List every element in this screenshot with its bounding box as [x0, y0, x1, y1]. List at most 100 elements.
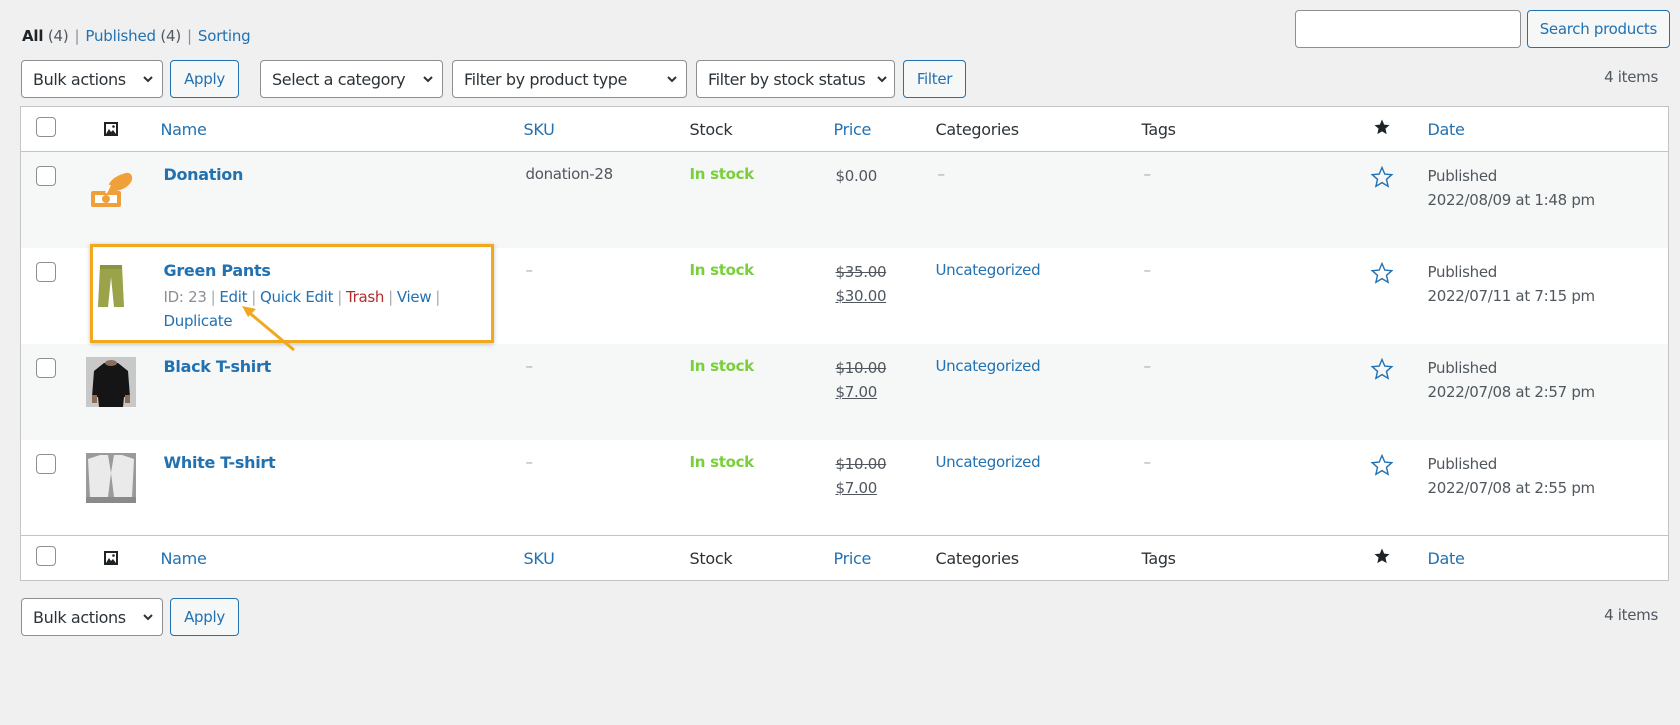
black-tshirt-thumbnail[interactable]	[85, 356, 136, 407]
products-table: Name SKU Stock Price Categories Tags Dat…	[20, 106, 1669, 581]
search-products-button[interactable]: Search products	[1526, 10, 1670, 48]
bulk-actions-select-bottom[interactable]: Bulk actions	[21, 598, 163, 636]
donation-hand-icon[interactable]	[86, 165, 136, 215]
search-box: Search products	[1294, 10, 1670, 48]
chevron-down-icon	[667, 76, 677, 83]
image-icon	[103, 122, 118, 136]
chevron-down-icon	[143, 614, 153, 621]
filter-button[interactable]: Filter	[903, 60, 966, 98]
stock-status: In stock	[689, 356, 755, 375]
search-input[interactable]	[1294, 10, 1521, 48]
column-footer-stock: Stock	[689, 548, 733, 568]
star-outline-icon[interactable]	[1369, 453, 1394, 477]
category-link[interactable]: Uncategorized	[936, 453, 1041, 471]
post-date: 2022/07/11 at 7:15 pm	[1427, 286, 1596, 305]
product-tags: –	[1143, 356, 1152, 375]
star-outline-icon[interactable]	[1369, 261, 1394, 285]
category-filter-select[interactable]: Select a category	[260, 60, 443, 98]
tablenav-top: Bulk actions Apply Select a category Fil…	[21, 60, 966, 98]
product-type-filter-select[interactable]: Filter by product type	[452, 60, 687, 98]
items-count-top: 4 items	[1604, 68, 1658, 86]
row-checkbox[interactable]	[35, 453, 56, 474]
edit-link[interactable]: Edit	[219, 288, 247, 306]
column-footer-featured[interactable]	[1344, 536, 1420, 581]
chevron-down-icon	[423, 76, 433, 83]
duplicate-link[interactable]: Duplicate	[164, 312, 233, 330]
column-header-price[interactable]: Price	[826, 107, 928, 152]
chevron-down-icon	[143, 76, 153, 83]
stock-status: In stock	[689, 452, 755, 471]
product-name-link[interactable]: Black T-shirt	[164, 357, 272, 376]
column-header-sku[interactable]: SKU	[516, 107, 682, 152]
tablenav-bottom: Bulk actions Apply	[21, 598, 239, 636]
product-sku: –	[525, 356, 534, 375]
stock-status-filter-select[interactable]: Filter by stock status	[696, 60, 895, 98]
column-header-tags: Tags	[1141, 119, 1177, 139]
select-all-cell	[21, 536, 71, 581]
star-filled-icon	[1374, 119, 1389, 135]
row-checkbox[interactable]	[35, 357, 56, 378]
product-sku: –	[525, 260, 534, 279]
product-tags: –	[1143, 165, 1152, 183]
select-all-cell	[21, 107, 71, 152]
table-footer-row: Name SKU Stock Price Categories Tags Dat…	[20, 535, 1669, 581]
view-all[interactable]: All (4)	[22, 27, 69, 45]
column-footer-name[interactable]: Name	[153, 536, 516, 581]
trash-link[interactable]: Trash	[346, 288, 384, 306]
select-all-checkbox[interactable]	[35, 117, 56, 137]
green-pants-thumbnail[interactable]	[85, 260, 136, 311]
category-link[interactable]: Uncategorized	[936, 357, 1041, 375]
select-all-checkbox[interactable]	[35, 546, 56, 566]
column-footer-categories: Categories	[935, 548, 1020, 568]
product-tags: –	[1143, 452, 1152, 471]
column-footer-price[interactable]: Price	[826, 536, 928, 581]
post-status: Published	[1427, 262, 1498, 281]
column-header-name[interactable]: Name	[153, 107, 516, 152]
table-row: Donation donation-28 In stock $0.00 – – …	[20, 151, 1669, 248]
row-checkbox[interactable]	[35, 261, 56, 282]
table-header-row: Name SKU Stock Price Categories Tags Dat…	[20, 107, 1669, 152]
bulk-actions-select[interactable]: Bulk actions	[21, 60, 163, 98]
regular-price: $10.00	[835, 358, 887, 377]
table-row: Black T-shirt – In stock $10.00 $7.00 Unc…	[20, 343, 1669, 440]
row-checkbox[interactable]	[35, 166, 56, 186]
column-footer-sku[interactable]: SKU	[516, 536, 682, 581]
post-status: Published	[1427, 454, 1498, 473]
stock-status: In stock	[689, 260, 755, 279]
post-status: Published	[1427, 358, 1498, 377]
star-outline-icon[interactable]	[1369, 357, 1394, 381]
product-name-link[interactable]: Green Pants	[164, 261, 271, 280]
product-name-link[interactable]: White T-shirt	[164, 453, 276, 472]
chevron-down-icon	[877, 76, 887, 83]
post-date: 2022/07/08 at 2:57 pm	[1427, 382, 1596, 401]
star-outline-icon[interactable]	[1369, 165, 1394, 189]
post-date: 2022/07/08 at 2:55 pm	[1427, 478, 1596, 497]
regular-price: $35.00	[835, 262, 887, 281]
apply-button[interactable]: Apply	[170, 60, 239, 98]
product-id: ID: 23	[163, 287, 207, 306]
sale-price: $7.00	[835, 478, 878, 497]
column-footer-date[interactable]: Date	[1420, 536, 1669, 581]
product-sku: donation-28	[525, 165, 614, 183]
column-footer-tags: Tags	[1141, 548, 1177, 568]
category-link[interactable]: Uncategorized	[936, 261, 1041, 279]
post-status: Published	[1427, 167, 1498, 185]
stock-status: In stock	[689, 165, 755, 183]
post-date: 2022/08/09 at 1:48 pm	[1427, 191, 1596, 209]
view-published[interactable]: Published (4)	[85, 27, 181, 45]
view-link[interactable]: View	[397, 288, 432, 306]
white-tshirt-thumbnail[interactable]	[85, 452, 136, 503]
product-categories: –	[937, 165, 946, 183]
view-sorting[interactable]: Sorting	[198, 27, 251, 45]
image-icon	[103, 551, 118, 565]
column-header-stock: Stock	[689, 119, 733, 139]
regular-price: $10.00	[835, 454, 887, 473]
apply-button-bottom[interactable]: Apply	[170, 598, 239, 636]
product-name-link[interactable]: Donation	[164, 165, 244, 184]
column-header-date[interactable]: Date	[1420, 107, 1669, 152]
quick-edit-link[interactable]: Quick Edit	[260, 288, 334, 306]
column-header-featured[interactable]	[1344, 107, 1420, 152]
star-filled-icon	[1374, 548, 1389, 564]
table-row: Green Pants ID: 23 | Edit | Quick Edit | Trash…	[21, 248, 1669, 344]
product-price: $0.00	[835, 167, 878, 185]
